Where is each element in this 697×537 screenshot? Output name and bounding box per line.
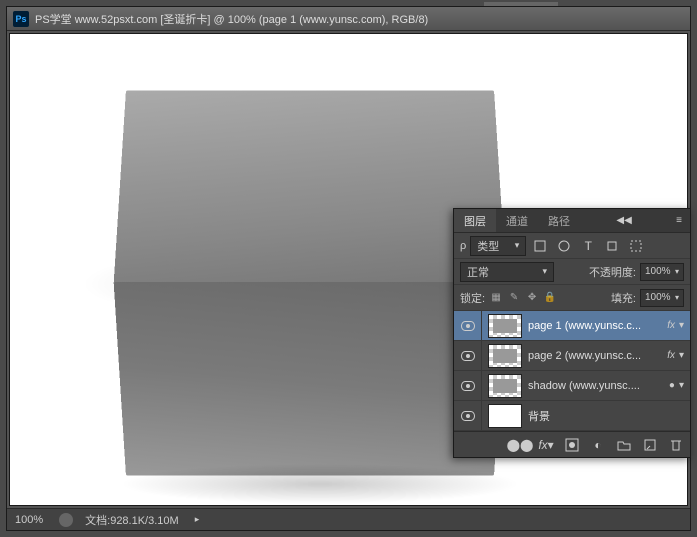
ps-logo-icon: Ps bbox=[13, 11, 29, 27]
eye-icon bbox=[461, 411, 475, 421]
layer-expand-icon[interactable]: ▾ bbox=[679, 350, 684, 361]
layer-name[interactable]: page 2 (www.yunsc.c... bbox=[528, 350, 663, 362]
layer-item[interactable]: page 1 (www.yunsc.c... fx ▾ bbox=[454, 311, 690, 341]
panel-tabs: 图层 通道 路径 ◀◀ ≡ bbox=[454, 209, 690, 233]
visibility-toggle[interactable] bbox=[454, 311, 482, 340]
tab-paths[interactable]: 路径 bbox=[538, 209, 580, 232]
lock-label: 锁定: bbox=[460, 290, 485, 306]
layer-name[interactable]: 背景 bbox=[528, 408, 690, 424]
status-expand-icon[interactable]: ▸ bbox=[195, 514, 200, 525]
blend-mode-dropdown[interactable]: 正常 bbox=[460, 262, 554, 282]
link-layers-icon[interactable]: ⬤⬤ bbox=[512, 437, 528, 453]
layer-thumbnail[interactable] bbox=[488, 374, 522, 398]
card-front-page bbox=[114, 282, 507, 475]
filter-shape-icon[interactable] bbox=[602, 236, 622, 256]
layer-name[interactable]: page 1 (www.yunsc.c... bbox=[528, 320, 663, 332]
layer-dot-icon: ● bbox=[669, 380, 675, 391]
fx-badge[interactable]: fx bbox=[667, 350, 675, 361]
adjustment-icon[interactable]: ◐ bbox=[590, 437, 606, 453]
filter-pixel-icon[interactable] bbox=[530, 236, 550, 256]
visibility-toggle[interactable] bbox=[454, 371, 482, 400]
lock-trans-icon[interactable]: ▦ bbox=[489, 291, 503, 305]
panel-collapse-icon[interactable]: ◀◀ bbox=[608, 215, 639, 226]
filter-type-icon[interactable]: T bbox=[578, 236, 598, 256]
title-bar: Ps PS学堂 www.52psxt.com [圣诞折卡] @ 100% (pa… bbox=[7, 7, 690, 31]
layer-expand-icon[interactable]: ▾ bbox=[679, 380, 684, 391]
visibility-toggle[interactable] bbox=[454, 401, 482, 430]
eye-icon bbox=[461, 381, 475, 391]
group-icon[interactable] bbox=[616, 437, 632, 453]
filter-adjust-icon[interactable] bbox=[554, 236, 574, 256]
layer-thumbnail[interactable] bbox=[488, 314, 522, 338]
kind-icon: ρ bbox=[460, 240, 466, 252]
doc-size[interactable]: 文档:928.1K/3.10M bbox=[85, 512, 179, 528]
tab-layers[interactable]: 图层 bbox=[454, 209, 496, 232]
card-bottom-shadow bbox=[120, 464, 520, 504]
layer-item[interactable]: 背景 bbox=[454, 401, 690, 431]
lock-pos-icon[interactable]: ✥ bbox=[525, 291, 539, 305]
delete-layer-icon[interactable] bbox=[668, 437, 684, 453]
zoom-level[interactable]: 100% bbox=[15, 514, 43, 526]
lock-icons: ▦ ✎ ✥ 🔒 bbox=[489, 291, 557, 305]
visibility-toggle[interactable] bbox=[454, 341, 482, 370]
fill-input[interactable]: 100% bbox=[640, 289, 684, 307]
window-title: PS学堂 www.52psxt.com [圣诞折卡] @ 100% (page … bbox=[35, 11, 428, 27]
panel-footer: ⬤⬤ fx▾ ◐ bbox=[454, 431, 690, 457]
lock-all-icon[interactable]: 🔒 bbox=[543, 291, 557, 305]
lock-row: 锁定: ▦ ✎ ✥ 🔒 填充: 100% bbox=[454, 285, 690, 311]
status-bar: 100% 文档:928.1K/3.10M ▸ bbox=[7, 508, 690, 530]
panel-menu-icon[interactable]: ≡ bbox=[668, 215, 690, 226]
status-icon[interactable] bbox=[59, 513, 73, 527]
filter-row: ρ 类型 T bbox=[454, 233, 690, 259]
opacity-input[interactable]: 100% bbox=[640, 263, 684, 281]
tab-channels[interactable]: 通道 bbox=[496, 209, 538, 232]
layer-expand-icon[interactable]: ▾ bbox=[679, 320, 684, 331]
card-back-page bbox=[114, 90, 507, 283]
kind-dropdown[interactable]: 类型 bbox=[470, 236, 526, 256]
fx-icon[interactable]: fx▾ bbox=[538, 437, 554, 453]
eye-icon bbox=[461, 351, 475, 361]
mask-icon[interactable] bbox=[564, 437, 580, 453]
layer-item[interactable]: shadow (www.yunsc.... ● ▾ bbox=[454, 371, 690, 401]
layers-list: page 1 (www.yunsc.c... fx ▾ page 2 (www.y… bbox=[454, 311, 690, 431]
layers-panel: 图层 通道 路径 ◀◀ ≡ ρ 类型 T 正常 不透明度: 100% 锁定: ▦… bbox=[453, 208, 691, 458]
lock-pixels-icon[interactable]: ✎ bbox=[507, 291, 521, 305]
opacity-label: 不透明度: bbox=[589, 264, 636, 280]
blend-row: 正常 不透明度: 100% bbox=[454, 259, 690, 285]
fx-badge[interactable]: fx bbox=[667, 320, 675, 331]
new-layer-icon[interactable] bbox=[642, 437, 658, 453]
layer-thumbnail[interactable] bbox=[488, 344, 522, 368]
layer-name[interactable]: shadow (www.yunsc.... bbox=[528, 380, 669, 392]
eye-icon bbox=[461, 321, 475, 331]
layer-item[interactable]: page 2 (www.yunsc.c... fx ▾ bbox=[454, 341, 690, 371]
layer-thumbnail[interactable] bbox=[488, 404, 522, 428]
fill-label: 填充: bbox=[611, 290, 636, 306]
filter-smart-icon[interactable] bbox=[626, 236, 646, 256]
